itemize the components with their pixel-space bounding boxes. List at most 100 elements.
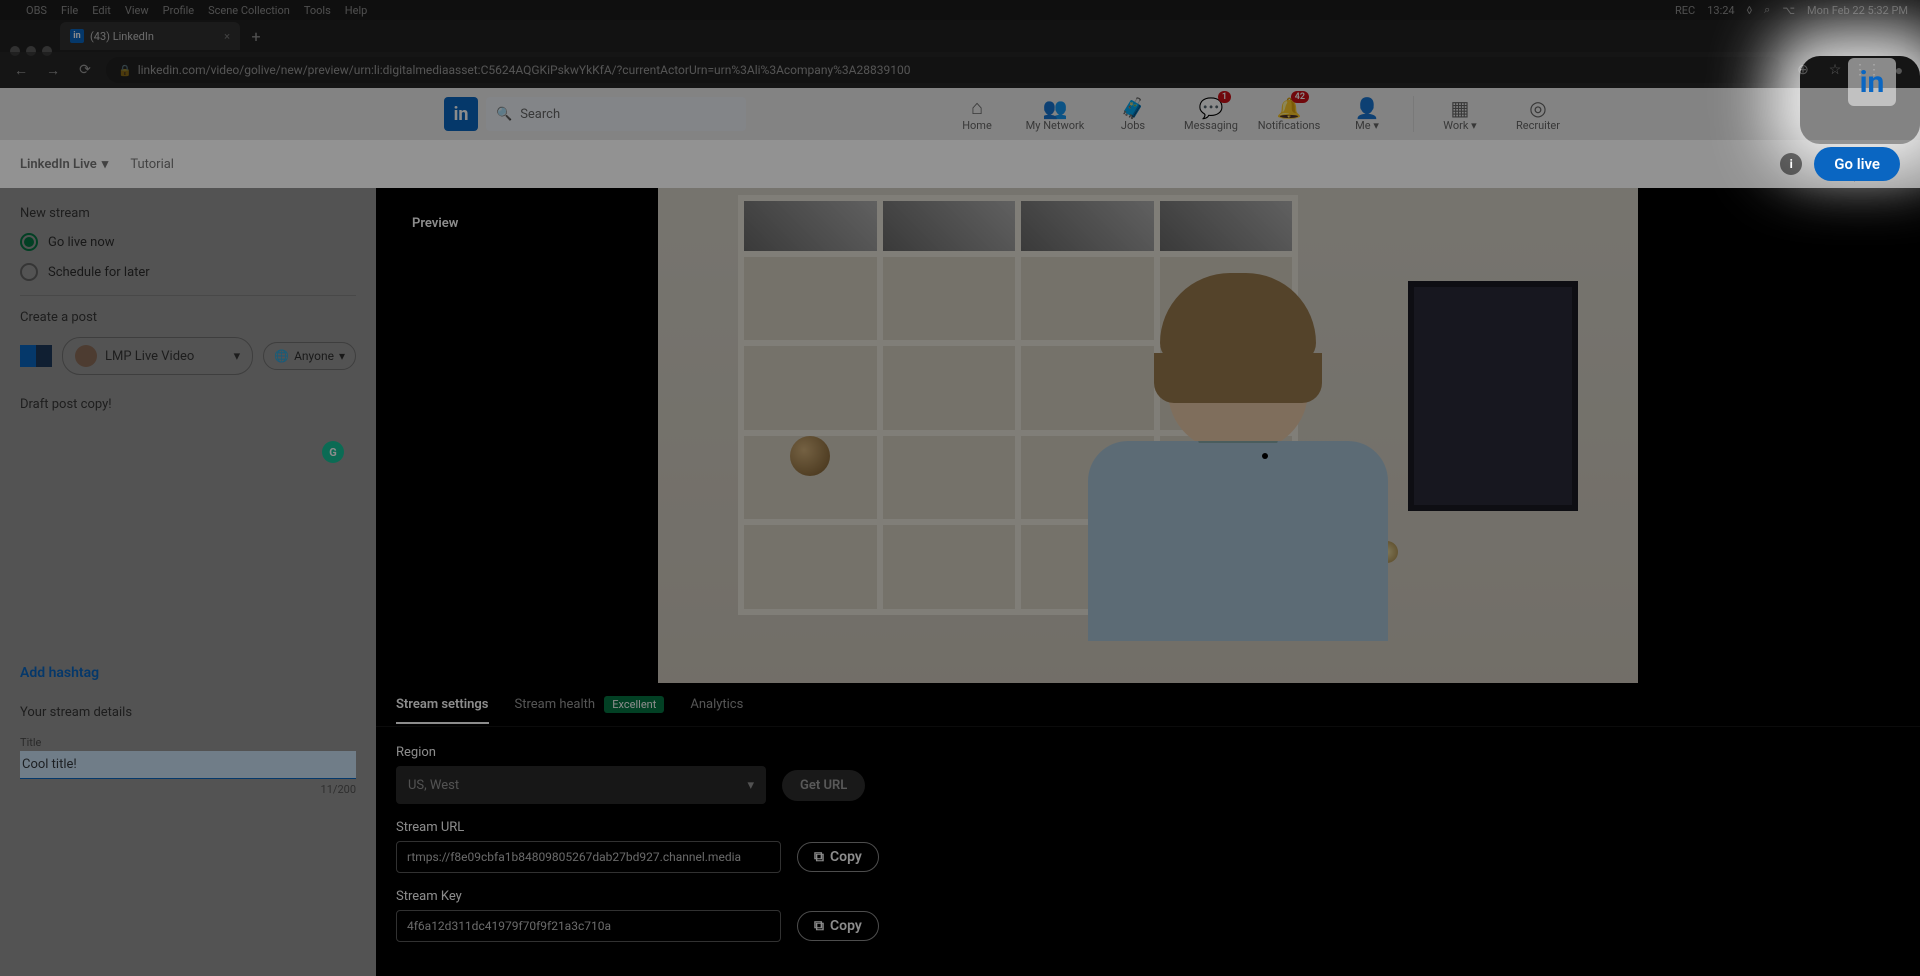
tutorial-link[interactable]: Tutorial	[130, 157, 174, 172]
menu-help[interactable]: Help	[345, 4, 368, 17]
presenter	[1078, 281, 1398, 681]
menu-app[interactable]: OBS	[26, 4, 47, 17]
wifi-icon[interactable]: ◊	[1747, 4, 1753, 17]
search-input[interactable]: 🔍 Search	[486, 97, 746, 131]
back-button[interactable]: ←	[10, 59, 32, 81]
title-char-count: 11/200	[20, 783, 356, 796]
tab-close-icon[interactable]: ×	[224, 30, 230, 43]
nav-network[interactable]: 👥My Network	[1017, 93, 1093, 136]
globe-icon: 🌐	[274, 349, 289, 363]
wall-art	[1408, 281, 1578, 511]
grammarly-icon[interactable]: G	[322, 441, 344, 463]
page-logo-icon	[20, 345, 52, 367]
menu-profile[interactable]: Profile	[163, 4, 194, 17]
linkedin-favicon-icon: in	[70, 29, 84, 43]
post-author-select[interactable]: LMP Live Video ▾	[62, 337, 253, 375]
target-icon: ◎	[1529, 97, 1546, 119]
stream-details-heading: Your stream details	[20, 705, 356, 720]
nav-work[interactable]: ▦Work ▾	[1422, 93, 1498, 136]
tab-stream-health[interactable]: Stream health Excellent	[515, 685, 665, 724]
stream-settings-panel: Region US, West ▾ Get URL Stream URL rtm…	[376, 727, 1920, 976]
url-text: linkedin.com/video/golive/new/preview/ur…	[138, 63, 911, 77]
get-url-button[interactable]: Get URL	[782, 770, 865, 801]
new-stream-heading: New stream	[20, 206, 356, 221]
url-field[interactable]: 🔒 linkedin.com/video/golive/new/preview/…	[106, 57, 1782, 83]
nav-recruiter[interactable]: ◎Recruiter	[1500, 93, 1576, 136]
copy-url-button[interactable]: ⧉Copy	[797, 842, 879, 872]
visibility-select[interactable]: 🌐 Anyone ▾	[263, 342, 356, 370]
radio-unselected-icon	[20, 263, 38, 281]
avatar-icon: 👤	[1355, 97, 1380, 119]
menu-tools[interactable]: Tools	[304, 4, 331, 17]
tab-analytics[interactable]: Analytics	[690, 685, 743, 724]
stream-url-field[interactable]: rtmps://f8e09cbfa1b84809805267dab27bd927…	[396, 841, 781, 873]
nav-messaging[interactable]: 💬1Messaging	[1173, 93, 1249, 136]
forward-button[interactable]: →	[42, 59, 64, 81]
menu-edit[interactable]: Edit	[92, 4, 111, 17]
option-schedule-later[interactable]: Schedule for later	[20, 263, 356, 281]
zoom-icon[interactable]: ⊕	[1792, 59, 1814, 81]
menu-view[interactable]: View	[125, 4, 149, 17]
create-post-heading: Create a post	[20, 310, 356, 325]
bookmark-icon[interactable]: ☆	[1824, 59, 1846, 81]
notifications-badge: 42	[1291, 91, 1309, 103]
linkedin-topnav: in 🔍 Search ⌂Home 👥My Network 🧳Jobs 💬1Me…	[0, 88, 1920, 140]
chevron-down-icon: ▾	[339, 349, 345, 363]
status-datetime: Mon Feb 22 5:32 PM	[1807, 4, 1908, 17]
left-sidebar: New stream Go live now Schedule for late…	[0, 188, 376, 976]
linkedin-live-dropdown[interactable]: LinkedIn Live▾	[20, 157, 108, 172]
control-center-icon[interactable]: ⌥	[1782, 4, 1795, 17]
tab-stream-settings[interactable]: Stream settings	[396, 685, 489, 724]
messaging-badge: 1	[1218, 91, 1231, 103]
chevron-down-icon: ▾	[747, 778, 754, 793]
tab-title: (43) LinkedIn	[90, 30, 154, 43]
post-draft-text[interactable]: Draft post copy!	[20, 397, 356, 412]
copy-icon: ⧉	[814, 918, 824, 934]
mac-menubar: OBS File Edit View Profile Scene Collect…	[0, 0, 1920, 20]
search-placeholder: Search	[520, 107, 560, 122]
lapel-mic-icon	[1262, 453, 1268, 459]
health-badge: Excellent	[604, 696, 664, 713]
main-preview-panel: Preview Stream settings	[376, 188, 1920, 976]
home-icon: ⌂	[971, 97, 983, 119]
lock-icon: 🔒	[118, 64, 132, 77]
option-go-live-now[interactable]: Go live now	[20, 233, 356, 251]
search-icon[interactable]: ⌕	[1764, 3, 1770, 17]
title-input[interactable]	[20, 751, 356, 779]
globe-icon	[790, 436, 830, 476]
stream-url-label: Stream URL	[396, 820, 1900, 835]
menu-scene[interactable]: Scene Collection	[208, 4, 290, 17]
region-label: Region	[396, 745, 1900, 760]
browser-address-bar: ← → ⟳ 🔒 linkedin.com/video/golive/new/pr…	[0, 52, 1920, 88]
nav-divider	[1413, 96, 1414, 132]
search-icon: 🔍	[496, 107, 512, 122]
stream-key-field[interactable]: 4f6a12d311dc41979f70f9f21a3c710a	[396, 910, 781, 942]
nav-jobs[interactable]: 🧳Jobs	[1095, 93, 1171, 136]
preview-label: Preview	[394, 202, 476, 245]
nav-me[interactable]: 👤Me ▾	[1329, 93, 1405, 136]
browser-tab[interactable]: in (43) LinkedIn ×	[60, 22, 240, 50]
nav-notifications[interactable]: 🔔42Notifications	[1251, 93, 1327, 136]
reload-button[interactable]: ⟳	[74, 59, 96, 81]
stream-key-label: Stream Key	[396, 889, 1900, 904]
corner-linkedin-icon: in	[1848, 58, 1896, 106]
divider	[20, 295, 356, 296]
region-select[interactable]: US, West ▾	[396, 766, 766, 804]
new-tab-button[interactable]: +	[244, 24, 268, 48]
chevron-down-icon: ▾	[234, 349, 241, 364]
radio-selected-icon	[20, 233, 38, 251]
live-subbar: LinkedIn Live▾ Tutorial i Go live ➤	[0, 140, 1920, 188]
add-hashtag-button[interactable]: Add hashtag	[20, 665, 356, 681]
grid-icon: ▦	[1451, 97, 1470, 119]
network-icon: 👥	[1043, 97, 1068, 119]
status-rec: REC	[1675, 4, 1695, 17]
go-live-button[interactable]: Go live	[1814, 147, 1900, 181]
info-icon[interactable]: i	[1780, 153, 1802, 175]
stream-tabs: Stream settings Stream health Excellent …	[376, 683, 1920, 727]
chevron-down-icon: ▾	[102, 157, 109, 172]
nav-home[interactable]: ⌂Home	[939, 93, 1015, 136]
linkedin-logo[interactable]: in	[444, 97, 478, 131]
status-timer: 13:24	[1707, 4, 1734, 17]
copy-key-button[interactable]: ⧉Copy	[797, 911, 879, 941]
menu-file[interactable]: File	[61, 4, 78, 17]
